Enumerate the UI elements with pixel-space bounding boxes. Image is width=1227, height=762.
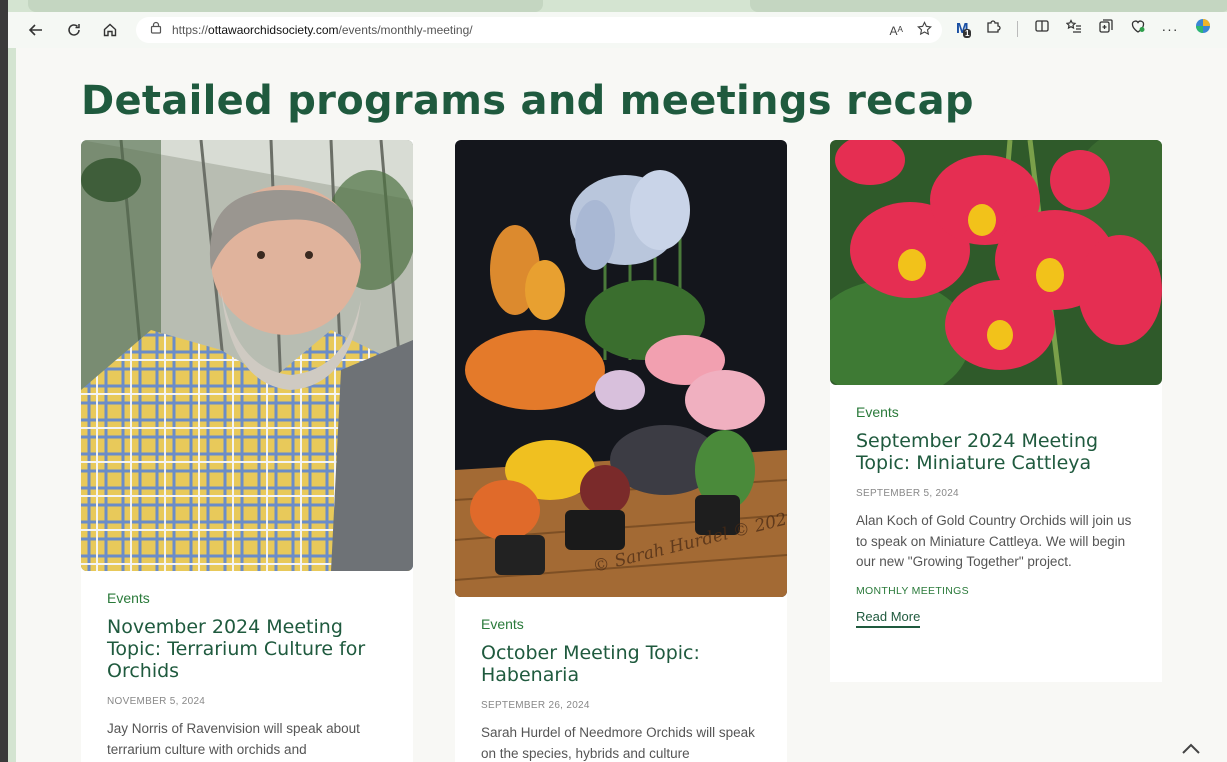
scroll-to-top-icon[interactable] xyxy=(1181,738,1201,761)
card-category[interactable]: Events xyxy=(856,404,1146,420)
card-tag-monthly-meetings[interactable]: MONTHLY MEETINGS xyxy=(856,585,1146,597)
card-title[interactable]: November 2024 Meeting Topic: Terrarium C… xyxy=(107,616,397,682)
browser-toolbar: https://ottawaorchidsociety.com/events/m… xyxy=(8,12,1227,48)
card-image-cattleya-flowers[interactable] xyxy=(830,140,1162,385)
extensions-area: M1 ··· xyxy=(956,18,1211,39)
url-text[interactable]: https://ottawaorchidsociety.com/events/m… xyxy=(172,23,473,37)
tab-strip xyxy=(8,0,1227,12)
card-title[interactable]: October Meeting Topic: Habenaria xyxy=(481,642,771,686)
event-card: © Sarah Hurdel © 2020 Events October Mee… xyxy=(455,140,787,762)
page-title: Detailed programs and meetings recap xyxy=(81,78,974,124)
card-date: SEPTEMBER 5, 2024 xyxy=(856,488,959,499)
card-excerpt: Alan Koch of Gold Country Orchids will j… xyxy=(856,513,1132,569)
card-title[interactable]: September 2024 Meeting Topic: Miniature … xyxy=(856,430,1146,474)
refresh-icon[interactable] xyxy=(62,18,86,42)
lock-icon[interactable] xyxy=(150,21,162,39)
more-options-icon[interactable]: ··· xyxy=(1162,21,1179,37)
card-category[interactable]: Events xyxy=(107,590,397,606)
extension-m-icon[interactable]: M1 xyxy=(956,20,972,38)
extension-badge: 1 xyxy=(963,29,972,38)
card-date: SEPTEMBER 26, 2024 xyxy=(481,700,590,711)
browser-essentials-icon[interactable] xyxy=(1130,18,1146,39)
card-excerpt: Jay Norris of Ravenvision will speak abo… xyxy=(107,721,360,757)
card-excerpt: Sarah Hurdel of Needmore Orchids will sp… xyxy=(481,725,755,761)
address-bar[interactable]: https://ottawaorchidsociety.com/events/m… xyxy=(136,17,942,43)
back-arrow-icon[interactable] xyxy=(24,18,48,42)
collections-icon[interactable] xyxy=(1098,18,1114,39)
event-card: Events September 2024 Meeting Topic: Min… xyxy=(830,140,1162,682)
favorite-star-icon[interactable] xyxy=(917,21,932,41)
browser-tab[interactable] xyxy=(28,0,543,12)
read-more-link[interactable]: Read More xyxy=(856,609,921,628)
card-category[interactable]: Events xyxy=(481,616,771,632)
browser-tab[interactable] xyxy=(750,0,1227,12)
card-date: NOVEMBER 5, 2024 xyxy=(107,696,206,707)
copilot-icon[interactable] xyxy=(1195,18,1211,39)
extensions-puzzle-icon[interactable] xyxy=(985,18,1001,39)
card-image-habenaria-display[interactable]: © Sarah Hurdel © 2020 xyxy=(455,140,787,597)
page-content: Detailed programs and meetings recap Eve… xyxy=(16,48,1227,762)
read-aloud-icon[interactable]: Aᴬ xyxy=(890,24,903,38)
window-edge xyxy=(0,0,8,762)
home-icon[interactable] xyxy=(98,18,122,42)
event-card: Events November 2024 Meeting Topic: Terr… xyxy=(81,140,413,762)
toolbar-divider xyxy=(1016,20,1018,37)
split-screen-icon[interactable] xyxy=(1034,18,1050,39)
card-image-speaker-portrait[interactable] xyxy=(81,140,413,571)
favorites-list-icon[interactable] xyxy=(1065,18,1082,39)
